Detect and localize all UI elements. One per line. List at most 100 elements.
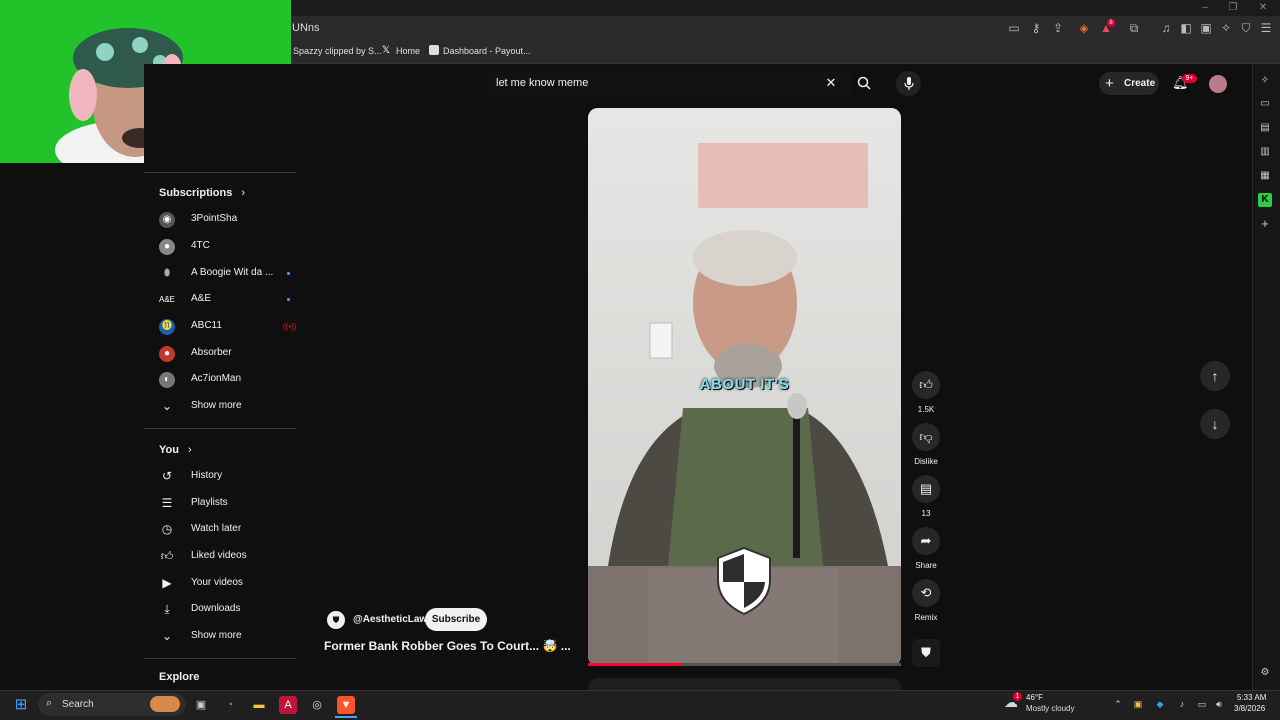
subscription-item[interactable]: ⓫ ABC11 ((•)) (159, 314, 296, 340)
bookmark-home[interactable]: Home (396, 46, 420, 56)
remix-button[interactable]: ⟲ (912, 579, 940, 607)
menu-icon[interactable]: ☰ (1258, 20, 1274, 36)
brave-browser-icon[interactable]: ▼ (337, 696, 355, 714)
windows-start-icon[interactable]: ⊞ (12, 696, 30, 714)
you-heading[interactable]: You › (159, 444, 192, 456)
clock-date[interactable]: 3/8/2026 (1234, 704, 1265, 713)
like-count: 1.5K (917, 405, 935, 414)
minimize-icon[interactable]: – (1198, 2, 1212, 14)
chevron-right-icon: › (241, 187, 246, 199)
key-icon[interactable]: ⚷ (1028, 20, 1044, 36)
address-text[interactable]: UNns (292, 22, 320, 34)
channel-avatar: ⬮ (159, 266, 175, 282)
sidebar-item-label: History (191, 470, 223, 481)
network-icon[interactable]: ▭ (1196, 698, 1208, 710)
create-label: Create (1124, 78, 1156, 89)
channel-thumbnail-button[interactable]: ⛊ (912, 639, 940, 667)
clock-time[interactable]: 5:33 AM (1237, 693, 1266, 702)
account-avatar[interactable] (1209, 75, 1227, 93)
channel-avatar-icon[interactable]: ⛊ (327, 611, 345, 629)
search-button[interactable] (850, 71, 878, 96)
subscription-item[interactable]: ◉ 3PointSha (159, 207, 289, 233)
media-icon[interactable]: ♫ (1158, 20, 1174, 36)
reading-list-icon[interactable]: ▥ (1258, 145, 1272, 159)
voice-search-button[interactable] (896, 71, 921, 96)
close-window-icon[interactable]: ✕ (1256, 2, 1270, 14)
edge-icon[interactable]: ◔ (221, 696, 239, 714)
volume-icon[interactable]: 🔊︎ (1213, 698, 1225, 710)
task-view-icon[interactable]: ▣ (192, 696, 210, 714)
history-panel-icon[interactable]: ▦ (1258, 169, 1272, 183)
tray-app-icon[interactable]: ▣ (1132, 698, 1144, 710)
kick-app-icon[interactable]: K (1258, 193, 1272, 207)
vpn-icon[interactable]: ⛉ (1238, 20, 1254, 36)
bookmark-spazzy[interactable]: Spazzy clipped by S... (293, 46, 382, 56)
you-show-more[interactable]: ⌄ Show more (159, 624, 289, 650)
next-short-button[interactable]: ↓ (1200, 409, 1230, 439)
subscription-item[interactable]: A&E A&E (159, 287, 290, 313)
subscription-item[interactable]: ⬮ A Boogie Wit da ... (159, 261, 290, 287)
sidebar-item-label: Liked videos (191, 550, 247, 561)
brave-shield-icon[interactable]: ◈ (1076, 20, 1092, 36)
channel-name[interactable]: @AestheticLaw (353, 614, 427, 625)
previous-short-button[interactable]: ↑ (1200, 361, 1230, 391)
subscription-item[interactable]: ● 4TC (159, 234, 289, 260)
clock-icon: ◷ (161, 522, 173, 536)
create-button[interactable]: + Create (1099, 72, 1159, 95)
subscription-item[interactable]: ● Absorber (159, 341, 289, 367)
divider (144, 658, 296, 659)
tabs-icon[interactable]: ▭ (1258, 97, 1272, 111)
subscriptions-show-more[interactable]: ⌄ Show more (159, 394, 289, 420)
clear-search-icon[interactable]: ✕ (824, 75, 838, 91)
sidebar-item-liked-videos[interactable]: 👍︎ Liked videos (159, 544, 289, 570)
sidebar-toggle-icon[interactable]: ◧ (1178, 20, 1194, 36)
sidebar-item-label: Your videos (191, 577, 243, 588)
microphone-icon (903, 77, 914, 90)
video-progress-bar[interactable] (588, 663, 901, 666)
share-page-icon[interactable]: ⇪ (1050, 20, 1066, 36)
new-content-dot (287, 272, 290, 275)
sidebar-item-playlists[interactable]: ☰ Playlists (159, 491, 289, 517)
next-short-preview[interactable] (588, 678, 901, 690)
settings-gear-icon[interactable]: ⚙ (1258, 666, 1272, 680)
file-explorer-icon[interactable]: ▬ (250, 696, 268, 714)
channel-avatar: ◐ (159, 372, 175, 388)
dislike-button[interactable]: 👎︎ (912, 423, 940, 451)
sidebar-item-history[interactable]: ↺ History (159, 464, 289, 490)
channel-avatar: A&E (159, 292, 175, 308)
cast-icon[interactable]: ▭ (1006, 20, 1022, 36)
restore-icon[interactable]: ❐ (1226, 2, 1240, 14)
leo-icon[interactable]: ✧ (1258, 74, 1272, 88)
subscriptions-heading[interactable]: Subscriptions › (159, 187, 245, 199)
sidebar-item-label: Downloads (191, 603, 241, 614)
subscriptions-label: Subscriptions (159, 187, 233, 199)
share-button[interactable]: ➦ (912, 527, 940, 555)
subscription-item[interactable]: ◐ Ac7ionMan (159, 367, 289, 393)
weather-temperature[interactable]: 46°F (1026, 693, 1043, 702)
sidebar-item-your-videos[interactable]: ▶︎ Your videos (159, 571, 289, 597)
microphone-tray-icon[interactable]: ♪ (1176, 698, 1188, 710)
tray-security-icon[interactable]: ◆ (1154, 698, 1166, 710)
active-app-indicator (335, 716, 357, 718)
search-icon (857, 76, 871, 90)
wallet-icon[interactable]: ▣ (1198, 20, 1214, 36)
comments-button[interactable]: ▤ (912, 475, 940, 503)
acrobat-icon[interactable]: A (279, 696, 297, 714)
search-input[interactable]: let me know meme (496, 77, 588, 89)
add-panel-icon[interactable]: + (1258, 217, 1272, 231)
sidebar-item-watch-later[interactable]: ◷ Watch later (159, 517, 289, 543)
sidebar-item-downloads[interactable]: ⤓ Downloads (159, 597, 289, 623)
thumbs-up-icon: 👍︎ (919, 377, 933, 392)
weather-description[interactable]: Mostly cloudy (1026, 704, 1074, 713)
extensions-icon[interactable]: ⧉ (1126, 20, 1142, 36)
like-button[interactable]: 👍︎ (912, 371, 940, 399)
video-title[interactable]: Former Bank Robber Goes To Court... 🤯 ..… (324, 639, 584, 653)
subscribe-button[interactable]: Subscribe (425, 608, 487, 631)
show-hidden-icons-chevron[interactable]: ⌃ (1112, 698, 1124, 710)
bookmark-dashboard[interactable]: Dashboard - Payout... (443, 46, 531, 56)
leo-ai-icon[interactable]: ✧ (1218, 20, 1234, 36)
obs-icon[interactable]: ◎ (308, 696, 326, 714)
bookmarks-panel-icon[interactable]: ▤ (1258, 121, 1272, 135)
subscription-name: Ac7ionMan (191, 373, 242, 384)
short-video-player[interactable]: ABOUT IT'S (588, 108, 901, 666)
